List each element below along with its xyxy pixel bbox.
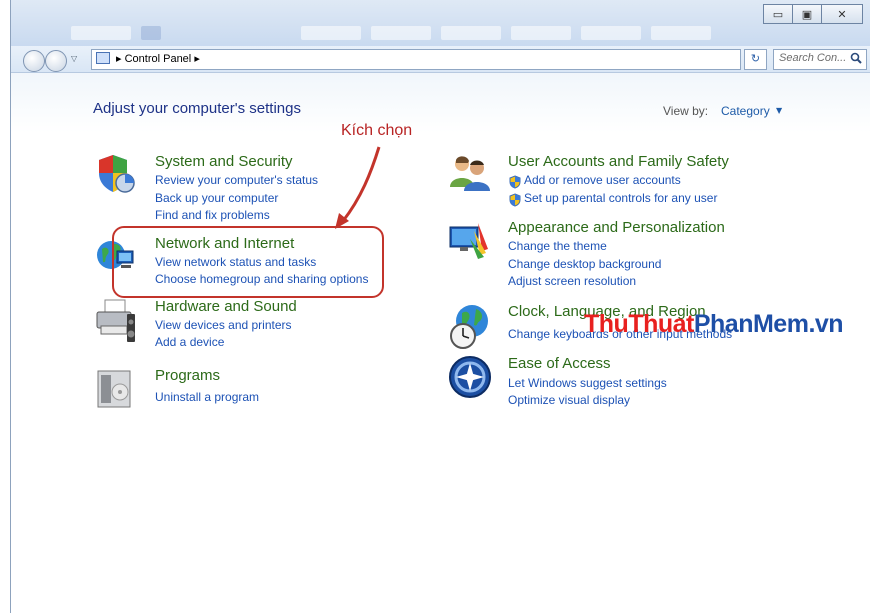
breadcrumb-separator-icon[interactable]: ▸ [116, 53, 122, 65]
search-placeholder: Search Con... [779, 52, 847, 64]
watermark-part1: ThuThuat [584, 310, 694, 338]
appearance-icon[interactable] [448, 219, 488, 259]
category-title[interactable]: Appearance and Personalization [508, 219, 725, 236]
link-screen-resolution[interactable]: Adjust screen resolution [508, 274, 636, 288]
address-row: ▽ ▸ Control Panel ▸ ▼ ↻ Search Con... [11, 46, 870, 73]
link-view-devices[interactable]: View devices and printers [155, 318, 292, 332]
watermark: ThuThuatPhanMem.vn [584, 310, 844, 339]
watermark-part2: PhanMem.vn [693, 310, 844, 338]
link-desktop-background[interactable]: Change desktop background [508, 257, 661, 271]
link-add-device[interactable]: Add a device [155, 335, 224, 349]
shield-icon[interactable] [95, 153, 135, 193]
control-panel-icon [96, 52, 110, 64]
link-find-fix[interactable]: Find and fix problems [155, 208, 270, 222]
breadcrumb: ▸ Control Panel ▸ [116, 52, 200, 65]
ghost-toolbar-item [371, 26, 431, 40]
search-input[interactable]: Search Con... [773, 49, 867, 70]
breadcrumb-control-panel[interactable]: Control Panel [125, 53, 192, 65]
category-title[interactable]: System and Security [155, 153, 293, 170]
view-by-chevron-down-icon[interactable]: ▼ [776, 106, 782, 115]
link-add-remove-accounts[interactable]: Add or remove user accounts [524, 173, 681, 187]
link-back-up[interactable]: Back up your computer [155, 191, 278, 205]
link-change-theme[interactable]: Change the theme [508, 239, 607, 253]
users-icon[interactable] [448, 153, 490, 193]
window-controls: ▭ ▣ ✕ [763, 4, 863, 24]
category-title[interactable]: Programs [155, 367, 220, 384]
link-suggest-settings[interactable]: Let Windows suggest settings [508, 376, 667, 390]
uac-shield-icon [508, 174, 522, 189]
forward-button[interactable] [45, 50, 67, 72]
ease-of-access-icon[interactable] [448, 355, 491, 398]
ghost-toolbar-item [651, 26, 711, 40]
back-button[interactable] [23, 50, 45, 72]
close-button[interactable]: ✕ [821, 4, 863, 24]
ghost-toolbar-item [301, 26, 361, 40]
ghost-toolbar-item [441, 26, 501, 40]
recent-pages-dropdown[interactable]: ▽ [71, 54, 77, 63]
page-title: Adjust your computer's settings [93, 100, 301, 117]
link-uninstall-program[interactable]: Uninstall a program [155, 390, 259, 404]
address-bar[interactable]: ▸ Control Panel ▸ ▼ [91, 49, 813, 70]
title-bar: ▭ ▣ ✕ [11, 0, 870, 46]
clock-globe-icon[interactable] [448, 303, 488, 349]
uac-shield-icon [508, 192, 522, 207]
highlight-circle [112, 226, 384, 298]
category-title[interactable]: User Accounts and Family Safety [508, 153, 729, 170]
search-icon[interactable] [850, 52, 862, 67]
annotation-label: Kích chọn [341, 122, 413, 139]
ghost-toolbar-item [71, 26, 131, 40]
category-title[interactable]: Ease of Access [508, 355, 611, 372]
minimize-button[interactable]: ▭ [763, 4, 793, 24]
ghost-toolbar-item [511, 26, 571, 40]
link-parental-controls[interactable]: Set up parental controls for any user [524, 191, 717, 205]
link-optimize-display[interactable]: Optimize visual display [508, 393, 630, 407]
main-content: Adjust your computer's settings View by:… [11, 73, 870, 613]
view-by-dropdown[interactable]: Category [721, 104, 770, 118]
view-by-label: View by: [663, 104, 709, 118]
printer-icon[interactable] [95, 298, 135, 342]
ghost-toolbar-item [141, 26, 161, 40]
breadcrumb-chevron-icon[interactable]: ▸ [194, 53, 200, 65]
maximize-button[interactable]: ▣ [792, 4, 822, 24]
refresh-button[interactable]: ↻ [744, 49, 767, 70]
ghost-toolbar-item [581, 26, 641, 40]
category-title[interactable]: Hardware and Sound [155, 298, 297, 315]
link-review-status[interactable]: Review your computer's status [155, 173, 318, 187]
annotation-arrow-icon [335, 146, 381, 229]
programs-icon[interactable] [95, 367, 135, 408]
control-panel-window: ▭ ▣ ✕ ▽ ▸ Control Panel ▸ ▼ ↻ Search Con… [10, 0, 870, 613]
